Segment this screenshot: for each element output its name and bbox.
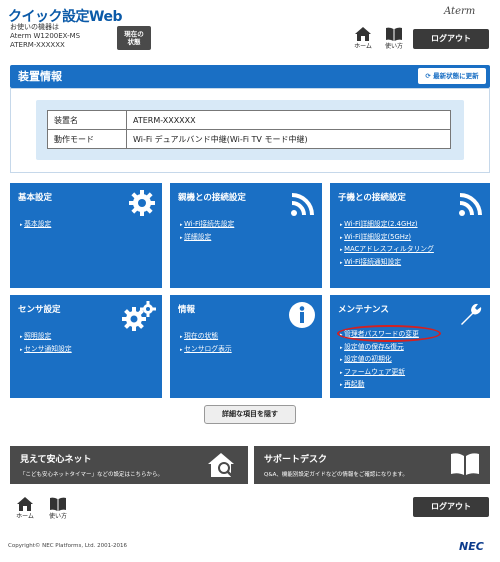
book-icon (451, 453, 479, 475)
support-desk-banner[interactable]: サポートデスク Q&A、機能別設定ガイドなどの情報をご確認になります。 (254, 446, 490, 484)
gear-icon (129, 190, 155, 216)
device-line: お使いの機器は (10, 23, 59, 31)
link-list: 基本設定 (20, 219, 51, 232)
tile-basic-settings: 基本設定 基本設定 (10, 183, 162, 288)
link-factory-reset[interactable]: 設定値の初期化 (340, 354, 419, 367)
banner-title: 見えて安心ネット (20, 455, 92, 465)
wifi-icon (459, 193, 482, 216)
book-icon (50, 497, 66, 511)
tile-title: センサ設定 (18, 305, 61, 315)
link-light-settings[interactable]: 照明設定 (20, 331, 72, 344)
link-wifi-detail-24[interactable]: Wi-Fi詳細設定(2.4GHz) (340, 219, 434, 232)
device-summary: お使いの機器は Aterm W1200EX-MS ATERM-XXXXXX (10, 23, 80, 50)
tile-maintenance: メンテナンス 管理者パスワードの変更 設定値の保存&復元 設定値の初期化 ファー… (330, 295, 490, 398)
link-list: 現在の状態 センサログ表示 (180, 331, 232, 356)
gears-icon (122, 301, 156, 331)
link-sensor-log[interactable]: センサログ表示 (180, 344, 232, 357)
logout-button-bottom[interactable]: ログアウト (413, 497, 489, 517)
tile-info: 情報 現在の状態 センサログ表示 (170, 295, 322, 398)
banner-subtitle: Q&A、機能別設定ガイドなどの情報をご確認になります。 (264, 472, 408, 478)
link-sensor-notify[interactable]: センサ通知設定 (20, 344, 72, 357)
link-detail-settings[interactable]: 詳細設定 (180, 232, 234, 245)
home-icon (355, 27, 371, 41)
tile-title: 基本設定 (18, 193, 53, 203)
wifi-icon (291, 193, 314, 216)
status-button-line2: 状態 (127, 38, 141, 46)
book-icon (386, 27, 402, 41)
highlight-circle (337, 325, 441, 342)
link-wifi-detail-5[interactable]: Wi-Fi詳細設定(5GHz) (340, 232, 434, 245)
device-info-table: 装置名 ATERM-XXXXXX 動作モード Wi-Fi デュアルバンド中継(Wi-… (47, 110, 451, 149)
banner-title: サポートデスク (264, 455, 328, 465)
tile-title: 親機との接続設定 (178, 193, 246, 203)
device-name: ATERM-XXXXXX (10, 41, 65, 49)
nec-logo: NEC (459, 540, 484, 553)
link-list: Wi-Fi接続先設定 詳細設定 (180, 219, 234, 244)
refresh-icon: ⟳ (425, 72, 434, 80)
tile-sensor-settings: センサ設定 照明設定 センサ通知設定 (10, 295, 162, 398)
tile-child-connection: 子機との接続設定 Wi-Fi詳細設定(2.4GHz) Wi-Fi詳細設定(5GH… (330, 183, 490, 288)
house-search-icon (208, 453, 234, 477)
device-model: Aterm W1200EX-MS (10, 32, 81, 40)
table-row: 装置名 ATERM-XXXXXX (47, 110, 451, 130)
brand-logo: Aterm (444, 6, 476, 17)
info-value: ATERM-XXXXXX (126, 110, 451, 130)
link-reboot[interactable]: 再起動 (340, 379, 419, 392)
home-button-bottom[interactable]: ホーム (12, 497, 38, 525)
link-firmware-update[interactable]: ファームウェア更新 (340, 367, 419, 380)
help-label: 使い方 (48, 513, 67, 520)
home-label: ホーム (354, 43, 372, 50)
status-button-line1: 現在の (124, 30, 144, 38)
help-button-bottom[interactable]: 使い方 (45, 497, 71, 525)
link-save-restore[interactable]: 設定値の保存&復元 (340, 342, 419, 355)
link-mac-filter[interactable]: MACアドレスフィルタリング (340, 244, 434, 257)
mieru-anshin-banner[interactable]: 見えて安心ネット 「こども安心ネットタイマー」などの設定はこちらから。 (10, 446, 248, 484)
banner-subtitle: 「こども安心ネットタイマー」などの設定はこちらから。 (20, 472, 164, 478)
tile-title: メンテナンス (338, 305, 389, 315)
help-button[interactable]: 使い方 (381, 27, 407, 55)
home-icon (17, 497, 33, 511)
home-label: ホーム (16, 513, 34, 520)
tile-parent-connection: 親機との接続設定 Wi-Fi接続先設定 詳細設定 (170, 183, 322, 288)
logout-button-top[interactable]: ログアウト (413, 29, 489, 49)
refresh-button[interactable]: ⟳ 最新状態に更新 (418, 68, 486, 84)
link-wifi-notify[interactable]: Wi-Fi接続通知設定 (340, 257, 434, 270)
home-button[interactable]: ホーム (350, 27, 376, 55)
refresh-label: 最新状態に更新 (433, 72, 479, 80)
info-icon (289, 302, 315, 328)
info-key: 装置名 (47, 110, 127, 130)
hide-details-button[interactable]: 詳細な項目を隠す (204, 405, 296, 424)
info-value: Wi-Fi デュアルバンド中継(Wi-Fi TV モード中継) (126, 129, 451, 149)
table-row: 動作モード Wi-Fi デュアルバンド中継(Wi-Fi TV モード中継) (47, 129, 451, 149)
info-key: 動作モード (47, 129, 127, 149)
link-basic-settings[interactable]: 基本設定 (20, 219, 51, 232)
link-wifi-destination[interactable]: Wi-Fi接続先設定 (180, 219, 234, 232)
current-status-button[interactable]: 現在の 状態 (117, 26, 151, 50)
link-list: 照明設定 センサ通知設定 (20, 331, 72, 356)
tile-title: 子機との接続設定 (338, 193, 406, 203)
link-current-status[interactable]: 現在の状態 (180, 331, 232, 344)
link-list: Wi-Fi詳細設定(2.4GHz) Wi-Fi詳細設定(5GHz) MACアドレ… (340, 219, 434, 269)
copyright: Copyright© NEC Platforms, Ltd. 2001-2016 (8, 543, 128, 549)
header: クイック設定Web お使いの機器は Aterm W1200EX-MS ATERM… (0, 0, 500, 60)
tile-title: 情報 (178, 305, 196, 315)
wrench-icon (461, 303, 482, 325)
help-label: 使い方 (384, 43, 403, 50)
